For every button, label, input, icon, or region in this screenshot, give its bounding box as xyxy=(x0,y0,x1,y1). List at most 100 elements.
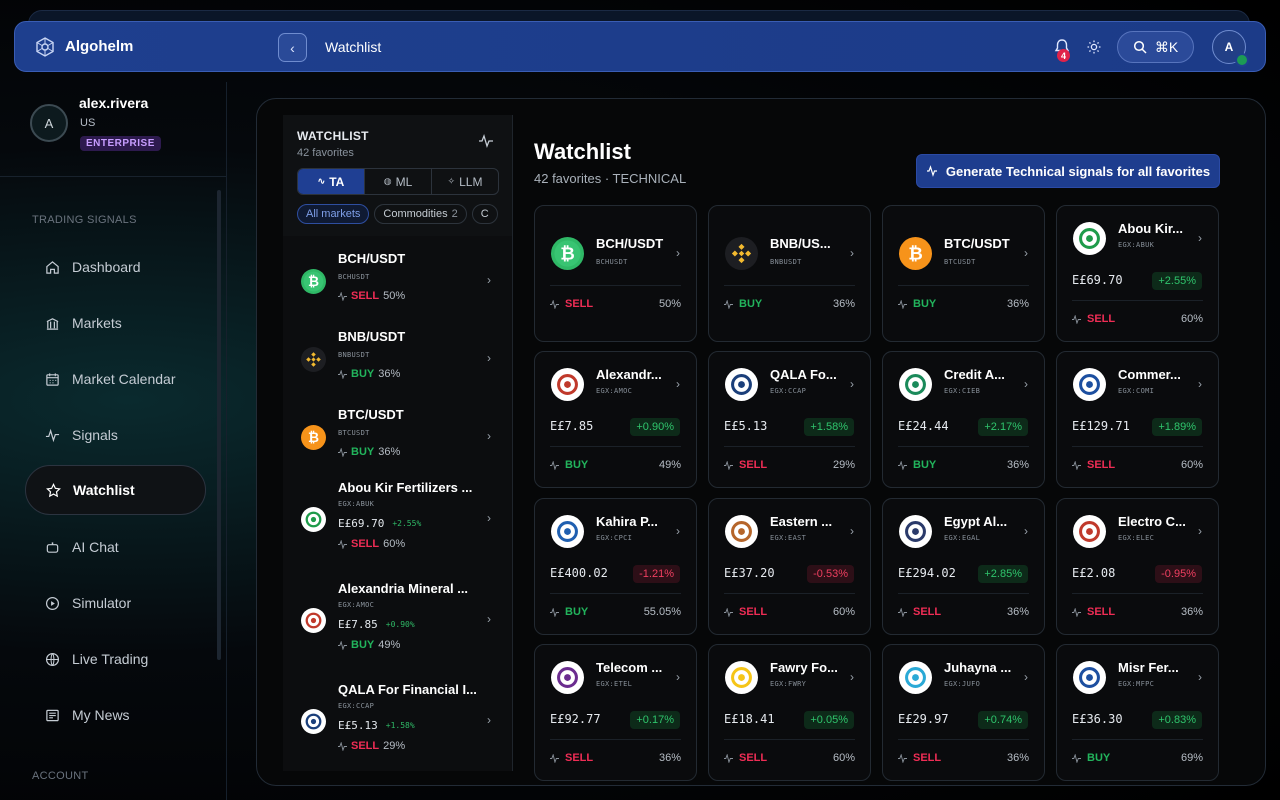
sidebar-item-watchlist[interactable]: Watchlist xyxy=(25,465,206,515)
signal-confidence: 36% xyxy=(378,446,401,458)
signal-confidence: 49% xyxy=(378,639,401,651)
asset-card[interactable]: Alexandr... EGX:AMOC › E£7.85 +0.90% BUY 49% xyxy=(534,351,697,488)
asset-card[interactable]: Commer... EGX:COMI › E£129.71 +1.89% SELL 60% xyxy=(1056,351,1219,488)
sidebar-item-market-calendar[interactable]: Market Calendar xyxy=(25,354,206,404)
asset-price: E£36.30 xyxy=(1072,712,1123,726)
command-search-button[interactable]: ⌘K xyxy=(1117,31,1194,63)
asset-name: Alexandr... xyxy=(596,367,662,382)
divider xyxy=(724,593,855,594)
asset-logo-icon: ₿ xyxy=(301,269,326,294)
signal-label: SELL xyxy=(739,752,768,764)
asset-card[interactable]: Credit A... EGX:CIEB › E£24.44 +2.17% BUY 36% xyxy=(882,351,1045,488)
sidebar-item-markets[interactable]: Markets xyxy=(25,298,206,348)
asset-card[interactable]: Abou Kir... EGX:ABUK › E£69.70 +2.55% SELL 60% xyxy=(1056,205,1219,342)
divider xyxy=(724,739,855,740)
signal-confidence: 36% xyxy=(378,368,401,380)
pulse-icon xyxy=(338,640,347,650)
asset-card[interactable]: Misr Fer... EGX:MFPC › E£36.30 +0.83% BUY 69% xyxy=(1056,644,1219,781)
asset-price: E£69.70 xyxy=(1072,273,1123,287)
asset-logo-icon xyxy=(1073,368,1106,401)
user-avatar-button[interactable]: A xyxy=(1212,30,1249,67)
sidebar-item-simulator[interactable]: Simulator xyxy=(25,578,206,628)
tab-ta[interactable]: ∿ TA xyxy=(298,169,365,194)
sidebar-scrollbar[interactable] xyxy=(217,190,221,660)
asset-ticker: EGX:CCAP xyxy=(770,387,807,395)
chip-commodities[interactable]: Commodities 2 xyxy=(374,204,467,224)
divider xyxy=(550,593,681,594)
generate-signals-button[interactable]: Generate Technical signals for all favor… xyxy=(916,154,1220,188)
asset-card[interactable]: Fawry Fo... EGX:FWRY › E£18.41 +0.05% SELL 60% xyxy=(708,644,871,781)
asset-card[interactable]: ₿ BTC/USDT BTCUSDT › BUY 36% xyxy=(882,205,1045,342)
asset-card[interactable]: ₿ BCH/USDT BCHUSDT › SELL 50% xyxy=(534,205,697,342)
tab-llm[interactable]: ✧ LLM xyxy=(432,169,498,194)
chevron-right-icon: › xyxy=(1198,524,1202,538)
signal-label: SELL xyxy=(739,606,768,618)
watchlist-item[interactable]: Abou Kir Fertilizers ... EGX:ABUK E£69.70 +… xyxy=(283,470,512,570)
chip-all-markets[interactable]: All markets xyxy=(297,204,370,224)
asset-change-badge: +0.17% xyxy=(630,711,680,729)
asset-name: Abou Kir Fertilizers ... xyxy=(338,480,473,495)
watchlist-item[interactable]: QALA For Financial I... EGX:CCAP E£5.13 +1.… xyxy=(283,672,512,771)
sidebar-item-label: Live Trading xyxy=(72,651,149,667)
signal-label: BUY xyxy=(565,459,589,471)
back-button[interactable]: ‹ xyxy=(278,33,307,62)
tab-label: ML xyxy=(395,174,413,189)
signal-confidence: 60% xyxy=(1180,313,1203,325)
asset-change-badge: -0.95% xyxy=(1155,565,1202,583)
main-panel: WATCHLIST 42 favorites ∿ TA ◍ ML ✧ LLM All … xyxy=(256,98,1266,786)
asset-card[interactable]: Electro C... EGX:ELEC › E£2.08 -0.95% SELL 36% xyxy=(1056,498,1219,635)
bank-icon xyxy=(46,317,59,330)
sidebar-item-label: Simulator xyxy=(72,595,132,611)
divider xyxy=(898,285,1029,286)
globe-icon xyxy=(45,652,60,666)
asset-card[interactable]: BNB/US... BNBUSDT › BUY 36% xyxy=(708,205,871,342)
chevron-right-icon: › xyxy=(1024,524,1028,538)
asset-name: Fawry Fo... xyxy=(770,660,838,675)
asset-name: Misr Fer... xyxy=(1118,660,1179,675)
asset-price: E£37.20 xyxy=(724,566,775,580)
pulse-icon xyxy=(724,299,733,309)
asset-change-badge: -0.53% xyxy=(807,565,854,583)
asset-card[interactable]: Kahira P... EGX:CPCI › E£400.02 -1.21% BUY 55.… xyxy=(534,498,697,635)
watchlist-item[interactable]: BNB/USDT BNBUSDT BUY 36% › xyxy=(283,314,512,392)
divider xyxy=(550,285,681,286)
home-icon xyxy=(46,260,59,274)
sidebar-item-dashboard[interactable]: Dashboard xyxy=(25,242,206,292)
brand-name[interactable]: Algohelm xyxy=(65,38,133,55)
signal-row: SELL xyxy=(550,752,593,764)
asset-change-badge: +0.83% xyxy=(1152,711,1202,729)
pulse-icon xyxy=(550,753,559,763)
asset-card[interactable]: QALA Fo... EGX:CCAP › E£5.13 +1.58% SELL 29% xyxy=(708,351,871,488)
sidebar-item-live-trading[interactable]: Live Trading xyxy=(25,634,206,684)
sidebar-item-signals[interactable]: Signals xyxy=(25,410,206,460)
asset-price: E£7.85 xyxy=(550,419,594,433)
asset-price: E£129.71 xyxy=(1072,419,1130,433)
signal-row: SELL xyxy=(898,752,941,764)
tab-ml[interactable]: ◍ ML xyxy=(365,169,432,194)
asset-name: Electro C... xyxy=(1118,514,1186,529)
chip-label: C xyxy=(480,208,489,220)
asset-card[interactable]: Egypt Al... EGX:EGAL › E£294.02 +2.85% SELL 36… xyxy=(882,498,1045,635)
asset-change-badge: -1.21% xyxy=(633,565,680,583)
watchlist-item[interactable]: Alexandria Mineral ... EGX:AMOC E£7.85 +0.9… xyxy=(283,571,512,671)
divider xyxy=(1072,446,1203,447)
asset-ticker: EGX:AMOC xyxy=(596,387,633,395)
divider xyxy=(724,446,855,447)
watchlist-item[interactable]: ₿ BCH/USDT BCHUSDT SELL 50% › xyxy=(283,236,512,314)
pulse-icon xyxy=(338,447,347,457)
theme-toggle-sun-icon[interactable] xyxy=(1086,39,1102,55)
asset-card[interactable]: Telecom ... EGX:ETEL › E£92.77 +0.17% SELL 36% xyxy=(534,644,697,781)
sidebar-item-ai-chat[interactable]: AI Chat xyxy=(25,522,206,572)
asset-logo-icon xyxy=(1073,515,1106,548)
asset-card[interactable]: Juhayna ... EGX:JUFO › E£29.97 +0.74% SELL 36% xyxy=(882,644,1045,781)
divider xyxy=(898,739,1029,740)
watchlist-item[interactable]: ₿ BTC/USDT BTCUSDT BUY 36% › xyxy=(283,392,512,470)
asset-ticker: EGX:JUFO xyxy=(944,680,981,688)
user-avatar[interactable]: A xyxy=(30,104,68,142)
pulse-icon[interactable] xyxy=(478,133,494,149)
asset-card[interactable]: Eastern ... EGX:EAST › E£37.20 -0.53% SELL 60% xyxy=(708,498,871,635)
chip-more[interactable]: C xyxy=(471,204,498,224)
sidebar-item-my-news[interactable]: My News xyxy=(25,690,206,740)
chevron-right-icon: › xyxy=(1024,670,1028,684)
pulse-icon xyxy=(724,607,733,617)
